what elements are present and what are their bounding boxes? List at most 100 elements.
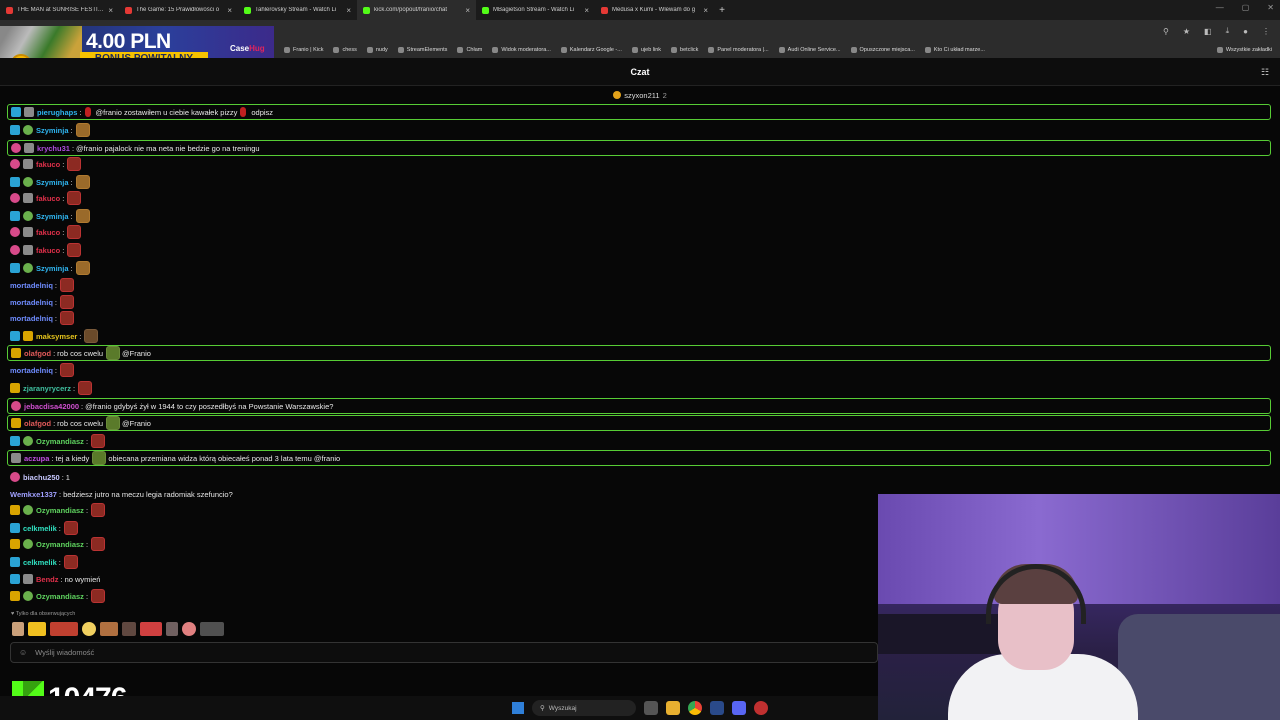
emoji-icon[interactable]: ☺ <box>19 648 27 657</box>
emote-button[interactable] <box>100 622 118 636</box>
close-tab-icon[interactable]: × <box>703 6 708 15</box>
bookmark-item[interactable]: Panel moderatora |... <box>708 47 769 53</box>
zoom-icon[interactable]: ⚲ <box>1163 27 1169 36</box>
app-icon[interactable] <box>754 701 768 715</box>
bookmark-item[interactable]: Chłam <box>457 47 482 53</box>
chat-username[interactable]: mortadelniq <box>10 281 53 290</box>
bookmark-item[interactable]: chess <box>333 47 357 53</box>
chat-username[interactable]: zjaranyrycerz <box>23 384 71 393</box>
chat-username[interactable]: mortadelniq <box>10 298 53 307</box>
close-tab-icon[interactable]: × <box>227 6 232 15</box>
chat-username[interactable]: mortadelniq <box>10 314 53 323</box>
chat-username[interactable]: Ozymandiasz <box>36 437 84 446</box>
bookmark-item[interactable]: Franio | Kick <box>284 47 323 53</box>
chat-username[interactable]: Ozymandiasz <box>36 592 84 601</box>
chat-text-suffix: obiecana przemiana widza którą obiecałeś… <box>108 453 341 463</box>
browser-tab[interactable]: THE MAN at SUNRISE FESTIVAL × <box>0 0 119 20</box>
chat-username[interactable]: biachu250 <box>23 473 60 482</box>
bookmark-item[interactable]: betclick <box>671 47 698 53</box>
minimize-icon[interactable]: — <box>1216 3 1224 12</box>
chat-settings-icon[interactable]: ☷ <box>1261 67 1271 77</box>
chat-username[interactable]: fakuco <box>36 194 60 203</box>
bookmark-item[interactable]: Kto Ci układ marze... <box>924 47 985 53</box>
all-bookmarks[interactable]: Wszystkie zakładki <box>1216 47 1272 53</box>
chat-username[interactable]: celkmelik <box>23 524 57 533</box>
bookmark-item[interactable]: ujeb link <box>631 47 661 53</box>
discord-icon[interactable] <box>732 701 746 715</box>
chat-username[interactable]: Wemkxe1337 <box>10 490 57 499</box>
bookmark-item[interactable]: Audi Online Service... <box>778 47 841 53</box>
chat-message: celkmelik: <box>10 520 78 536</box>
bookmark-icon <box>492 47 499 53</box>
colon: : <box>70 211 73 221</box>
steam-icon[interactable] <box>710 701 724 715</box>
emote-button[interactable] <box>12 622 24 636</box>
pinned-gift-bar[interactable]: szyxon211 2 <box>0 86 1280 106</box>
chat-username[interactable]: Szyminja <box>36 212 69 221</box>
chat-username[interactable]: aczupa <box>24 454 49 463</box>
extension-icon[interactable]: ◧ <box>1204 27 1212 36</box>
bookmark-item[interactable]: Opuszczone miejsca... <box>850 47 915 53</box>
bookmark-star-icon[interactable]: ★ <box>1183 27 1190 36</box>
bookmark-item[interactable]: StreamElements <box>397 47 447 53</box>
emote-button[interactable] <box>82 622 96 636</box>
bookmark-item[interactable]: nudy <box>366 47 388 53</box>
profile-avatar[interactable]: ● <box>1243 27 1248 36</box>
maximize-icon[interactable]: ▢ <box>1242 3 1250 12</box>
mod-badge-icon <box>23 245 33 255</box>
close-tab-icon[interactable]: × <box>465 6 470 15</box>
chat-username[interactable]: Bendz <box>36 575 59 584</box>
emote-button[interactable] <box>140 622 162 636</box>
close-tab-icon[interactable]: × <box>584 6 589 15</box>
file-explorer-icon[interactable] <box>666 701 680 715</box>
download-icon[interactable]: ⤓ <box>1226 26 1230 36</box>
chat-username[interactable]: maksymser <box>36 332 77 341</box>
bookmark-icon <box>457 47 464 53</box>
browser-tab[interactable]: kick.com/popout/franio/chat × <box>357 0 476 20</box>
chat-username[interactable]: jebacdisa42000 <box>24 402 79 411</box>
chat-username[interactable]: krychu31 <box>37 144 70 153</box>
chat-username[interactable]: mortadelniq <box>10 366 53 375</box>
chat-username[interactable]: pierughaps <box>37 108 77 117</box>
vip-badge-icon <box>23 436 33 446</box>
chat-username[interactable]: Szyminja <box>36 264 69 273</box>
emote-button[interactable] <box>28 622 46 636</box>
chat-message: jebacdisa42000: @franio gdybyś żył w 1944… <box>7 398 1271 414</box>
og-badge-icon <box>11 418 21 428</box>
chat-username[interactable]: fakuco <box>36 160 60 169</box>
browser-tab[interactable]: The Game: 15 Prawidłowości o × <box>119 0 238 20</box>
new-tab-icon[interactable]: + <box>714 5 730 16</box>
chat-username[interactable]: Szyminja <box>36 126 69 135</box>
bookmark-item[interactable]: Widok moderatora... <box>492 47 551 53</box>
emote-button[interactable] <box>182 622 196 636</box>
chat-username[interactable]: Ozymandiasz <box>36 506 84 515</box>
close-tab-icon[interactable]: × <box>346 6 351 15</box>
chat-username[interactable]: olafgod <box>24 349 51 358</box>
browser-tab[interactable]: Medusa x Kumi - Wlewam do g × <box>595 0 714 20</box>
emote-button[interactable] <box>50 622 78 636</box>
windows-start-icon[interactable] <box>512 702 524 714</box>
browser-tab[interactable]: Tahlerovsky Stream - Watch Li × <box>238 0 357 20</box>
chat-username[interactable]: fakuco <box>36 246 60 255</box>
tab-favicon <box>482 6 489 14</box>
chat-username[interactable]: fakuco <box>36 228 60 237</box>
close-icon[interactable]: ✕ <box>1267 3 1274 12</box>
pink-badge-icon <box>10 472 20 482</box>
chat-username[interactable]: Szyminja <box>36 178 69 187</box>
emote-button[interactable] <box>166 622 178 636</box>
task-view-icon[interactable] <box>644 701 658 715</box>
close-tab-icon[interactable]: × <box>108 6 113 15</box>
chat-username[interactable]: celkmelik <box>23 558 57 567</box>
bookmark-item[interactable]: Kalendarz Google -... <box>560 47 622 53</box>
taskbar-search[interactable]: ⚲ Wyszukaj <box>532 700 636 716</box>
emote-icon <box>60 295 75 309</box>
emote-button[interactable] <box>122 622 136 636</box>
browser-tab[interactable]: MBagietson Stream - Watch Li × <box>476 0 595 20</box>
chat-username[interactable]: olafgod <box>24 419 51 428</box>
screen: { "browser": { "tabs": [ {"title": "THE … <box>0 0 1280 720</box>
chat-message-input[interactable]: ☺ Wyślij wiadomość <box>10 642 878 663</box>
emote-button[interactable] <box>200 622 224 636</box>
chrome-icon[interactable] <box>688 701 702 715</box>
menu-icon[interactable]: ⋮ <box>1262 27 1270 36</box>
chat-username[interactable]: Ozymandiasz <box>36 540 84 549</box>
